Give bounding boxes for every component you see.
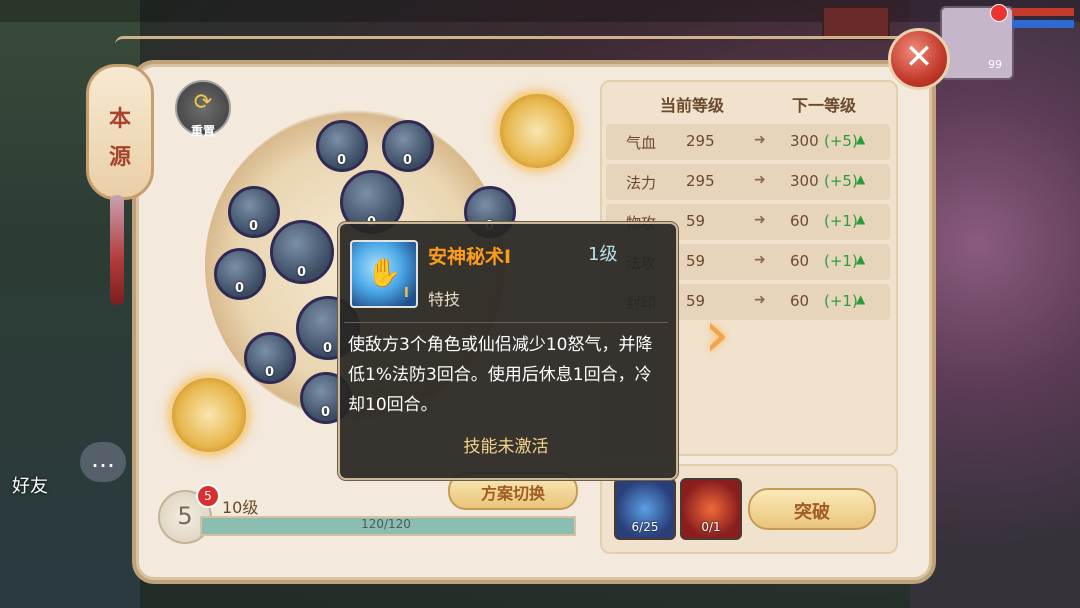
stat-row: 气血 295 ➜ 300 (+5) ▲ [606, 124, 890, 160]
close-button[interactable]: ✕ [888, 28, 950, 90]
reset-label: 重置 [190, 124, 215, 138]
mp-bar [1012, 20, 1074, 28]
skill-icon: ✋ I [350, 240, 418, 308]
skill-type: 特技 [428, 290, 461, 309]
node-count: 0 [249, 219, 259, 234]
blue-orb-item[interactable]: 6/25 [614, 478, 676, 540]
arrow-up-icon: ▲ [856, 252, 866, 266]
arrow-up-icon: ▲ [856, 292, 866, 306]
fire-orb-icon[interactable] [170, 376, 248, 454]
item-count: 0/1 [701, 520, 721, 534]
arrow-right-icon: ➜ [754, 252, 766, 268]
stat-bonus: (+1) [824, 252, 858, 270]
skill-node[interactable]: 0 [382, 120, 434, 172]
lantern-tassel [110, 195, 124, 305]
stat-name: 法力 [626, 174, 657, 192]
red-orb-item[interactable]: 0/1 [680, 478, 742, 540]
skill-node[interactable]: 0 [316, 120, 368, 172]
arrow-right-icon: ➜ [754, 172, 766, 188]
node-count: 0 [321, 405, 331, 420]
stat-bonus: (+1) [824, 212, 858, 230]
item-count: 6/25 [631, 520, 659, 534]
skill-node[interactable]: 0 [270, 220, 334, 284]
arrow-up-icon: ▲ [856, 212, 866, 226]
skill-node[interactable]: 0 [228, 186, 280, 238]
title-lantern: 本 源 [86, 64, 154, 200]
exp-text: 120/120 [361, 517, 411, 531]
skill-node[interactable]: 0 [214, 248, 266, 300]
node-count: 0 [323, 341, 333, 356]
node-count: 0 [403, 153, 413, 168]
stat-next: 60 [790, 212, 810, 230]
breakthrough-label: 突破 [794, 502, 830, 523]
breakthrough-button[interactable]: 突破 [748, 488, 876, 530]
stat-next: 60 [790, 292, 810, 310]
stat-next: 300 [790, 132, 819, 150]
refresh-icon: ⟳ [193, 90, 213, 115]
tooltip-divider [344, 322, 668, 323]
arrow-right-icon: ➜ [754, 132, 766, 148]
stat-name: 气血 [626, 134, 657, 152]
hp-bar [1012, 8, 1074, 16]
fire-orb-icon[interactable] [498, 92, 576, 170]
level-badge: 5 [196, 484, 220, 508]
background-right [910, 0, 1080, 608]
arrow-right-icon: ➜ [754, 212, 766, 228]
stat-current: 59 [686, 212, 706, 230]
stat-current: 295 [686, 172, 715, 190]
node-count: 0 [265, 365, 275, 380]
reset-button[interactable]: ⟳ 重置 [175, 80, 231, 138]
arrow-up-icon: ▲ [856, 132, 866, 146]
skill-description: 使敌方3个角色或仙侣减少10怒气，并降低1%法防3回合。使用后休息1回合，冷却1… [348, 335, 653, 415]
stat-current: 59 [686, 252, 706, 270]
skill-level: 1级 [588, 244, 618, 265]
arrow-up-icon: ▲ [856, 172, 866, 186]
skill-status: 技能未激活 [463, 437, 549, 457]
stat-bonus: (+5) [824, 172, 858, 190]
arrow-right-icon: ➜ [754, 292, 766, 308]
stat-current: 59 [686, 292, 706, 310]
panel-topbar [115, 36, 935, 53]
current-level-header: 当前等级 [660, 96, 725, 115]
minimap-frame[interactable] [822, 6, 890, 40]
notification-dot [990, 4, 1008, 22]
friends-button[interactable]: 好友 [12, 472, 48, 498]
skill-tier: I [404, 286, 409, 301]
avatar-level: 99 [988, 58, 1002, 71]
lantern-char-2: 源 [108, 145, 131, 170]
node-count: 0 [337, 153, 347, 168]
level-label: 10级 [222, 498, 259, 517]
stat-next: 300 [790, 172, 819, 190]
stat-current: 295 [686, 132, 715, 150]
lantern-char-1: 本 [108, 107, 131, 132]
close-icon: ✕ [904, 37, 934, 77]
hand-icon: ✋ [366, 256, 402, 289]
top-strip [0, 0, 1080, 22]
next-level-header: 下一等级 [792, 96, 857, 115]
skill-name: 安神秘术I [428, 246, 512, 268]
node-count: 0 [297, 265, 307, 280]
node-count: 0 [235, 281, 245, 296]
chevron-right-icon[interactable]: › [704, 300, 738, 370]
stat-row: 法力 295 ➜ 300 (+5) ▲ [606, 164, 890, 200]
stat-bonus: (+5) [824, 132, 858, 150]
stat-bonus: (+1) [824, 292, 858, 310]
plan-switch-label: 方案切换 [480, 484, 545, 503]
chat-icon[interactable]: … [80, 442, 126, 482]
skill-node[interactable]: 0 [244, 332, 296, 384]
stat-next: 60 [790, 252, 810, 270]
